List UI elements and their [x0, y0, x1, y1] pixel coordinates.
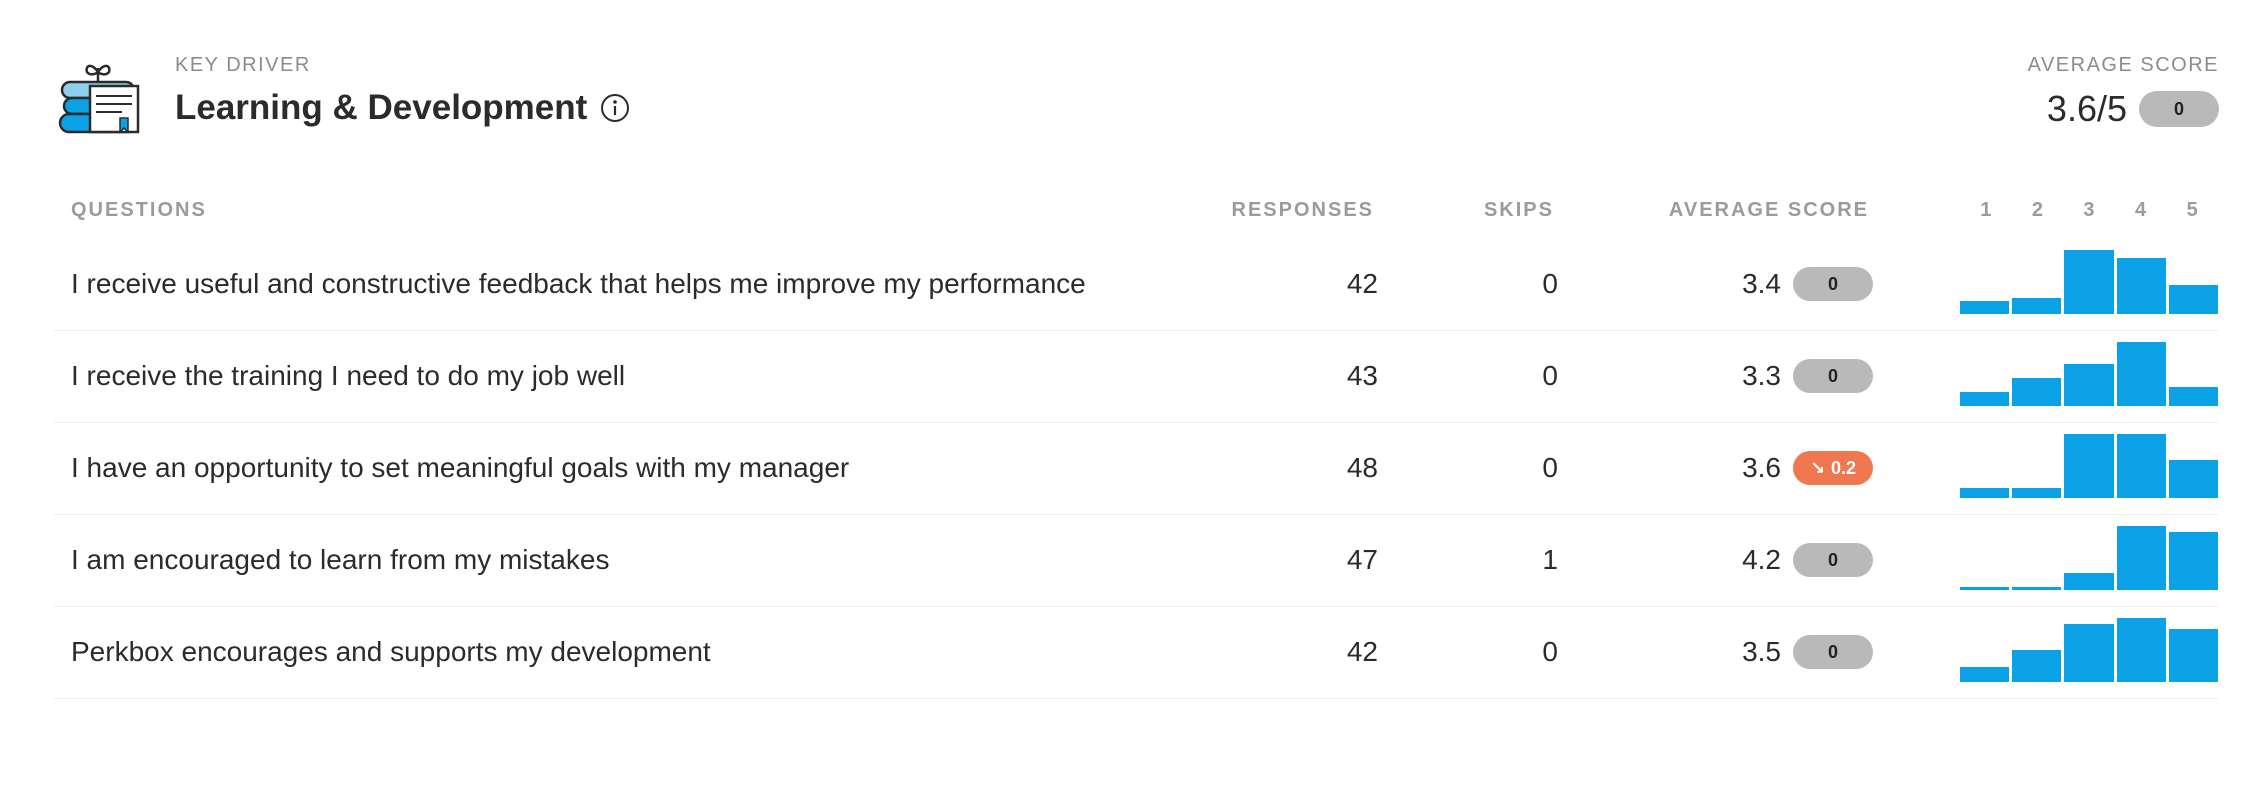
scale-label: 5 [2186, 199, 2198, 221]
question-score: 3.4 [1742, 268, 1781, 299]
responses-count: 42 [1346, 268, 1378, 299]
scale-label: 2 [2031, 199, 2043, 221]
question-text: I receive useful and constructive feedba… [71, 268, 1086, 299]
distribution-bar-2 [2012, 378, 2062, 406]
distribution-bar-5 [2168, 285, 2218, 314]
distribution-bar-3 [2064, 250, 2114, 314]
responses-count: 48 [1346, 452, 1378, 483]
arrow-down-right-icon: ↘ [1809, 457, 1826, 478]
distribution-bar-1 [1960, 667, 2010, 682]
skips-count: 1 [1542, 544, 1558, 575]
score-distribution [1960, 526, 2218, 590]
question-score: 3.3 [1742, 360, 1781, 391]
column-header-skips: SKIPS [1483, 199, 1554, 221]
distribution-bar-3 [2064, 364, 2114, 406]
books-plant-icon [58, 64, 140, 134]
average-score-change-badge: 0 [2139, 91, 2219, 127]
distribution-bar-4 [2116, 342, 2166, 406]
distribution-bar-2 [2012, 650, 2062, 682]
score-distribution [1960, 618, 2218, 682]
average-score-cell: 4.2 0 [1742, 514, 1873, 606]
responses-count: 42 [1346, 636, 1378, 667]
average-score-value: 3.6/5 [2046, 88, 2127, 129]
question-score: 4.2 [1742, 544, 1781, 575]
average-score-cell: 3.4 0 [1742, 238, 1873, 330]
question-score: 3.5 [1742, 636, 1781, 667]
score-distribution [1960, 434, 2218, 498]
column-header-average-score: AVERAGE SCORE [1668, 199, 1869, 221]
score-change-badge: 0 [1793, 359, 1873, 393]
column-header-responses: RESPONSES [1231, 199, 1374, 221]
distribution-bar-1 [1960, 488, 2010, 498]
table-row[interactable]: I receive useful and constructive feedba… [54, 238, 2218, 331]
table-row[interactable]: I receive the training I need to do my j… [54, 330, 2218, 423]
score-change-value: 0 [1827, 549, 1838, 570]
table-row[interactable]: I have an opportunity to set meaningful … [54, 422, 2218, 515]
page-title: Learning & Development [175, 88, 631, 128]
distribution-bar-5 [2168, 460, 2218, 498]
distribution-bar-5 [2168, 629, 2218, 682]
distribution-bar-1 [1960, 587, 2010, 590]
distribution-bar-4 [2116, 258, 2166, 314]
question-score: 3.6 [1742, 452, 1781, 483]
driver-title-text: Learning & Development [175, 88, 588, 127]
distribution-bar-3 [2064, 573, 2114, 590]
score-change-badge: 0 [1793, 267, 1873, 301]
info-icon[interactable] [599, 92, 631, 124]
distribution-bar-4 [2116, 526, 2166, 590]
score-change-value: 0 [1827, 641, 1838, 662]
score-change-value: 0 [1827, 365, 1838, 386]
distribution-bar-2 [2012, 587, 2062, 590]
score-change-badge: 0 [1793, 635, 1873, 669]
scale-label: 3 [2083, 199, 2095, 221]
score-change-value: 0 [1827, 273, 1838, 294]
scale-label: 1 [1980, 199, 1992, 221]
column-header-questions: QUESTIONS [71, 199, 207, 221]
responses-count: 47 [1346, 544, 1378, 575]
skips-count: 0 [1542, 452, 1558, 483]
score-distribution [1960, 250, 2218, 314]
average-score-cell: 3.3 0 [1742, 330, 1873, 422]
scale-label: 4 [2135, 199, 2147, 221]
skips-count: 0 [1542, 268, 1558, 299]
average-score-cell: 3.6 ↘ 0.2 [1742, 422, 1873, 514]
table-row[interactable]: I am encouraged to learn from my mistake… [54, 514, 2218, 607]
skips-count: 0 [1542, 636, 1558, 667]
table-row[interactable]: Perkbox encourages and supports my devel… [54, 606, 2218, 699]
distribution-bar-5 [2168, 532, 2218, 590]
distribution-bar-3 [2064, 434, 2114, 498]
score-change-badge: 0 [1793, 543, 1873, 577]
question-text: Perkbox encourages and supports my devel… [71, 636, 711, 667]
score-change-badge: ↘ 0.2 [1793, 451, 1873, 485]
distribution-bar-1 [1960, 392, 2010, 406]
average-score: 3.6/5 0 [2047, 88, 2219, 130]
distribution-bar-4 [2116, 618, 2166, 682]
distribution-bar-2 [2012, 298, 2062, 314]
distribution-bar-1 [1960, 301, 2010, 314]
question-text: I have an opportunity to set meaningful … [71, 452, 850, 483]
distribution-bar-4 [2116, 434, 2166, 498]
score-distribution [1960, 342, 2218, 406]
key-driver-panel: KEY DRIVER Learning & Development AVERAG… [0, 0, 2268, 790]
scale-header: 1 2 3 4 5 [1960, 199, 2218, 222]
question-text: I receive the training I need to do my j… [71, 360, 626, 391]
responses-count: 43 [1346, 360, 1378, 391]
skips-count: 0 [1542, 360, 1558, 391]
average-score-cell: 3.5 0 [1742, 606, 1873, 698]
average-score-label: AVERAGE SCORE [2027, 54, 2219, 76]
distribution-bar-5 [2168, 387, 2218, 406]
distribution-bar-2 [2012, 488, 2062, 498]
score-change-value: 0.2 [1831, 457, 1857, 478]
key-driver-label: KEY DRIVER [175, 54, 311, 76]
question-text: I am encouraged to learn from my mistake… [71, 544, 610, 575]
distribution-bar-3 [2064, 624, 2114, 682]
